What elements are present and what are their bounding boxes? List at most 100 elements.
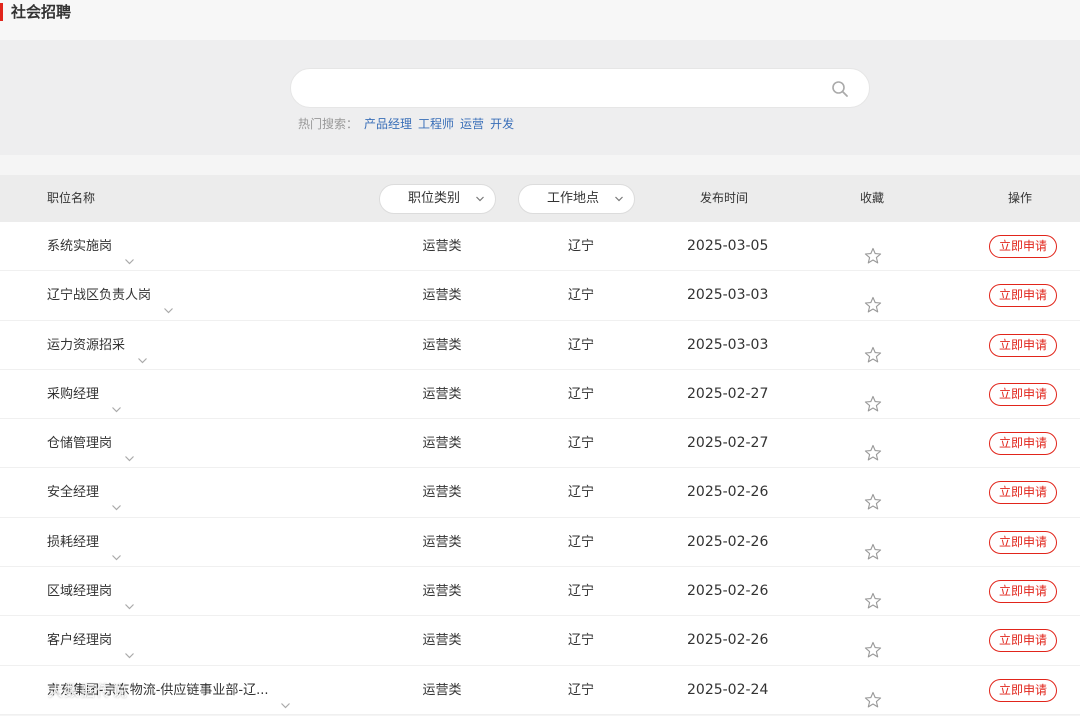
apply-button[interactable]: 立即申请: [989, 481, 1057, 505]
hot-search-link[interactable]: 产品经理: [364, 117, 412, 131]
apply-button[interactable]: 立即申请: [989, 382, 1057, 406]
job-location: 辽宁: [567, 436, 594, 452]
table-header: 职位名称 职位类别 工作地点 发布时间 收藏 操作: [0, 175, 1080, 222]
apply-button[interactable]: 立即申请: [989, 629, 1057, 653]
job-location: 辽宁: [567, 534, 594, 550]
chevron-down-icon[interactable]: [124, 584, 135, 610]
job-title[interactable]: 安全经理: [47, 485, 99, 500]
table-row[interactable]: 仓储管理岗 运营类 辽宁 2025-02-27 立即申请: [0, 419, 1080, 469]
job-location: 辽宁: [567, 386, 594, 402]
location-filter-dropdown[interactable]: 工作地点: [518, 184, 635, 214]
job-title-cell[interactable]: 辽宁战区负责人岗: [47, 271, 174, 320]
chevron-down-icon[interactable]: [111, 485, 122, 511]
star-icon[interactable]: [864, 483, 882, 510]
job-date: 2025-02-27: [687, 435, 769, 452]
job-date: 2025-02-26: [687, 583, 769, 600]
job-date: 2025-03-05: [687, 238, 769, 254]
chevron-down-icon[interactable]: [124, 239, 135, 265]
chevron-down-icon[interactable]: [111, 535, 122, 561]
job-location: 辽宁: [567, 288, 594, 304]
job-title-cell[interactable]: 安全经理: [47, 468, 122, 517]
star-icon[interactable]: [864, 434, 882, 461]
location-filter-label: 工作地点: [547, 191, 600, 206]
job-title[interactable]: 运力资源招采: [47, 338, 125, 353]
job-location: 辽宁: [567, 682, 594, 698]
job-title-cell[interactable]: 区域经理岗: [47, 567, 135, 616]
star-icon[interactable]: [864, 385, 882, 412]
chevron-down-icon[interactable]: [280, 683, 291, 709]
apply-button[interactable]: 立即申请: [989, 284, 1057, 308]
hot-search-link[interactable]: 运营: [460, 117, 484, 131]
table-row[interactable]: 采购经理 运营类 辽宁 2025-02-27 立即申请: [0, 369, 1080, 420]
job-category: 运营类: [422, 485, 462, 501]
search-input[interactable]: [309, 77, 829, 99]
hot-search-link[interactable]: 开发: [490, 117, 514, 131]
column-header-action: 操作: [1008, 191, 1033, 205]
table-row[interactable]: 客户经理岗 运营类 辽宁 2025-02-26 立即申请: [0, 616, 1080, 666]
apply-button[interactable]: 立即申请: [989, 678, 1057, 702]
star-icon[interactable]: [864, 237, 882, 264]
job-category: 运营类: [422, 436, 462, 452]
job-date: 2025-02-27: [687, 385, 769, 402]
search-box[interactable]: [290, 68, 870, 108]
job-title[interactable]: 仓储管理岗: [47, 436, 112, 451]
hot-search-label: 热门搜索：: [298, 117, 359, 131]
chevron-down-icon[interactable]: [163, 288, 174, 314]
job-category: 运营类: [422, 534, 462, 550]
star-icon[interactable]: [864, 631, 882, 658]
search-icon[interactable]: [831, 80, 849, 98]
title-bar: 社会招聘: [0, 0, 1080, 40]
watermark-text: 大数据传说: [48, 682, 129, 700]
job-location: 辽宁: [567, 485, 594, 501]
job-location: 辽宁: [567, 337, 594, 353]
apply-button[interactable]: 立即申请: [989, 580, 1057, 604]
chevron-down-icon[interactable]: [124, 436, 135, 462]
job-title[interactable]: 损耗经理: [47, 535, 99, 550]
apply-button[interactable]: 立即申请: [989, 530, 1057, 554]
job-title-cell[interactable]: 损耗经理: [47, 518, 122, 567]
job-title-cell[interactable]: 运力资源招采: [47, 321, 148, 370]
job-title[interactable]: 区域经理岗: [47, 584, 112, 599]
job-location: 辽宁: [567, 633, 594, 649]
job-title[interactable]: 客户经理岗: [47, 633, 112, 648]
chevron-down-icon: [615, 196, 623, 202]
table-row[interactable]: 区域经理岗 运营类 辽宁 2025-02-26 立即申请: [0, 567, 1080, 617]
apply-button[interactable]: 立即申请: [989, 235, 1057, 258]
table-row[interactable]: 安全经理 运营类 辽宁 2025-02-26 立即申请: [0, 468, 1080, 518]
job-category: 运营类: [422, 584, 462, 600]
table-row[interactable]: 系统实施岗 运营类 辽宁 2025-03-05 立即申请: [0, 222, 1080, 272]
job-title-cell[interactable]: 采购经理: [47, 370, 122, 419]
watermark-logo-icon: [9, 682, 45, 700]
chevron-down-icon[interactable]: [137, 338, 148, 363]
table-row[interactable]: 运力资源招采 运营类 辽宁 2025-03-03 立即申请: [0, 320, 1080, 370]
apply-button[interactable]: 立即申请: [989, 333, 1057, 357]
star-icon[interactable]: [864, 286, 882, 313]
recruitment-page: 社会招聘 热门搜索： 产品经理工程师运营开发 职位名称 职位类别 工作地点: [0, 0, 1080, 716]
job-category: 运营类: [422, 682, 462, 698]
job-title-cell[interactable]: 系统实施岗: [47, 222, 135, 271]
star-icon[interactable]: [864, 533, 882, 560]
job-date: 2025-02-24: [687, 681, 769, 698]
job-date: 2025-03-03: [687, 336, 769, 353]
job-title[interactable]: 采购经理: [47, 387, 99, 402]
chevron-down-icon[interactable]: [111, 387, 122, 413]
hot-search: 热门搜索： 产品经理 工程师 运营 开发: [298, 116, 514, 132]
job-title-cell[interactable]: 仓储管理岗: [47, 419, 135, 468]
category-filter-label: 职位类别: [408, 191, 461, 206]
table-row[interactable]: 辽宁战区负责人岗 运营类 辽宁 2025-03-03 立即申请: [0, 271, 1080, 321]
star-icon[interactable]: [864, 582, 882, 609]
table-row[interactable]: 损耗经理 运营类 辽宁 2025-02-26 立即申请: [0, 517, 1080, 568]
hot-search-link[interactable]: 工程师: [418, 117, 454, 131]
category-filter-dropdown[interactable]: 职位类别: [379, 184, 496, 214]
star-icon[interactable]: [864, 336, 882, 363]
job-title[interactable]: 辽宁战区负责人岗: [47, 288, 151, 303]
chevron-down-icon[interactable]: [124, 633, 135, 659]
page-title: 社会招聘: [11, 3, 72, 21]
table-row[interactable]: 京东集团-京东物流-供应链事业部-辽... 运营类 辽宁 2025-02-24 立即申请: [0, 665, 1080, 715]
job-title[interactable]: 系统实施岗: [47, 239, 112, 254]
star-icon[interactable]: [864, 681, 882, 708]
job-category: 运营类: [422, 239, 462, 254]
job-title-cell[interactable]: 客户经理岗: [47, 616, 135, 665]
column-header-name: 职位名称: [47, 191, 96, 205]
apply-button[interactable]: 立即申请: [989, 432, 1057, 456]
